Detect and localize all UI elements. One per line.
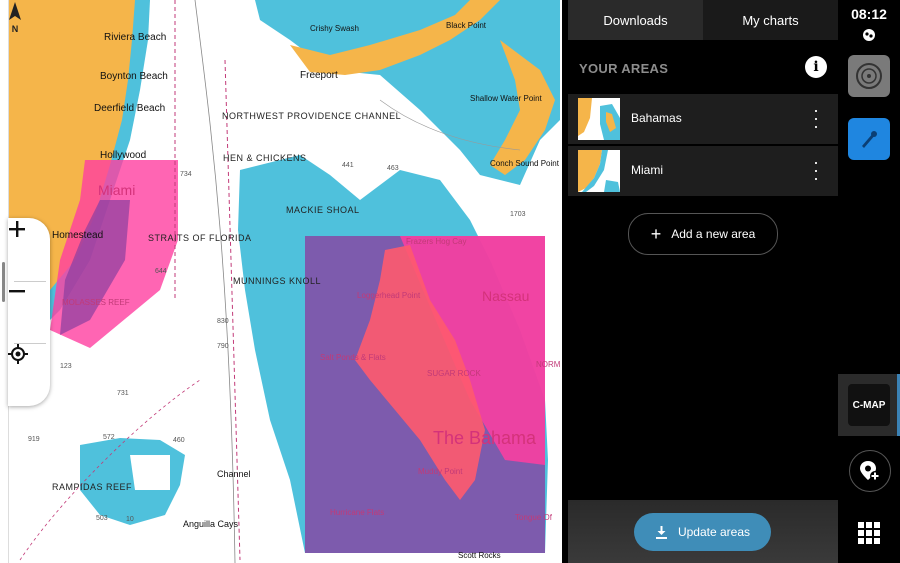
crosshair-icon bbox=[8, 344, 28, 364]
map-label: Nassau bbox=[482, 288, 530, 304]
area-thumbnail bbox=[578, 98, 620, 140]
map-label: Frazers Hog Cay bbox=[406, 237, 467, 246]
navigation-icon bbox=[862, 131, 877, 148]
kebab-icon[interactable]: · · · bbox=[808, 101, 824, 135]
disc-icon bbox=[856, 63, 882, 89]
map-label: SUGAR ROCK bbox=[427, 369, 481, 378]
map-label: Miami bbox=[98, 182, 136, 198]
zoom-in-button[interactable] bbox=[8, 220, 50, 280]
depth-sounding: 441 bbox=[342, 162, 354, 169]
clock: 08:12 bbox=[851, 6, 887, 22]
depth-sounding: 1703 bbox=[510, 211, 526, 218]
map-label: NORTHWEST PROVIDENCE CHANNEL bbox=[222, 111, 402, 121]
depth-sounding: 734 bbox=[180, 171, 192, 178]
map-label: Shallow Water Point bbox=[470, 94, 542, 103]
map-label: Homestead bbox=[52, 230, 104, 241]
kebab-icon[interactable]: · · · bbox=[808, 153, 824, 187]
depth-sounding: 919 bbox=[28, 436, 40, 443]
depth-sounding: 790 bbox=[217, 343, 229, 350]
cmap-button[interactable]: C-MAP bbox=[838, 374, 900, 436]
add-pin-icon bbox=[860, 461, 880, 481]
minus-icon bbox=[9, 290, 25, 293]
depth-sounding: 460 bbox=[173, 437, 185, 444]
depth-sounding: 123 bbox=[60, 363, 72, 370]
area-thumbnail bbox=[578, 150, 620, 192]
info-icon[interactable]: i bbox=[805, 56, 827, 78]
map-label: Riviera Beach bbox=[104, 32, 167, 43]
svg-text:N: N bbox=[12, 24, 19, 34]
map-label: NORM bbox=[536, 360, 561, 369]
map-label: Deerfield Beach bbox=[94, 103, 166, 114]
right-rail: 08:12 C-MAP bbox=[838, 0, 900, 563]
map-label: HEN & CHICKENS bbox=[223, 153, 307, 163]
map-label: Anguilla Cays bbox=[183, 519, 239, 529]
map-label: Freeport bbox=[300, 70, 338, 81]
tab-downloads[interactable]: Downloads bbox=[568, 0, 703, 40]
area-name: Bahamas bbox=[631, 111, 682, 125]
depth-sounding: 731 bbox=[117, 390, 129, 397]
map-label: RAMPIDAS REEF bbox=[52, 482, 133, 492]
section-title: YOUR AREAS bbox=[579, 61, 669, 76]
plus-icon: + bbox=[650, 223, 662, 244]
area-row-miami[interactable]: Miami · · · bbox=[568, 146, 838, 196]
tab-my-charts[interactable]: My charts bbox=[703, 0, 838, 40]
map-label: Tongue Of bbox=[515, 513, 552, 522]
depth-sounding: 830 bbox=[217, 318, 229, 325]
zoom-out-button[interactable] bbox=[8, 282, 50, 342]
navigation-button[interactable] bbox=[848, 118, 890, 160]
map-label: Crishy Swash bbox=[310, 24, 359, 33]
update-areas-button[interactable]: Update areas bbox=[634, 513, 771, 551]
map-label: STRAITS OF FLORIDA bbox=[148, 233, 252, 243]
zoom-controls bbox=[8, 218, 50, 406]
map-label: Conch Sound Point bbox=[490, 159, 559, 168]
area-row-bahamas[interactable]: Bahamas · · · bbox=[568, 94, 838, 144]
map-label: Loggerhead Point bbox=[357, 291, 421, 300]
plus-icon bbox=[9, 221, 25, 237]
download-panel: Downloads My charts YOUR AREAS i Bahamas… bbox=[568, 0, 838, 563]
update-areas-label: Update areas bbox=[677, 525, 751, 539]
compass-icon[interactable]: N bbox=[0, 0, 30, 34]
map-label: Hurricane Flats bbox=[330, 508, 385, 517]
status-icon bbox=[863, 29, 875, 41]
map-label: The Bahama bbox=[433, 428, 537, 448]
depth-sounding: 10 bbox=[126, 516, 134, 523]
map-label: MACKIE SHOAL bbox=[286, 205, 360, 215]
chart-map[interactable]: N Riviera Beach Boynton Beach Deerfield … bbox=[0, 0, 562, 563]
map-label: Muddy Point bbox=[418, 467, 463, 476]
panel-footer: Update areas bbox=[568, 500, 838, 563]
depth-sounding: 572 bbox=[103, 434, 115, 441]
disc-button[interactable] bbox=[848, 55, 890, 97]
download-icon bbox=[655, 525, 667, 539]
depth-sounding: 503 bbox=[96, 515, 108, 522]
map-label: Channel bbox=[217, 469, 251, 479]
map-label: Scott Rocks bbox=[458, 551, 501, 560]
cmap-logo: C-MAP bbox=[848, 384, 890, 426]
area-name: Miami bbox=[631, 163, 663, 177]
add-area-button[interactable]: + Add a new area bbox=[628, 213, 778, 255]
depth-sounding: 644 bbox=[155, 268, 167, 275]
panel-tabs: Downloads My charts bbox=[568, 0, 838, 40]
grid-icon[interactable] bbox=[858, 522, 880, 544]
map-label: MUNNINGS KNOLL bbox=[233, 276, 322, 286]
add-area-label: Add a new area bbox=[671, 227, 756, 241]
depth-sounding: 463 bbox=[387, 165, 399, 172]
map-label: Hollywood bbox=[100, 150, 147, 161]
drawer-handle[interactable] bbox=[2, 262, 5, 302]
map-label: Boynton Beach bbox=[100, 71, 168, 82]
map-label: Black Point bbox=[446, 21, 487, 30]
map-label: MOLASSES REEF bbox=[62, 298, 130, 307]
add-pin-button[interactable] bbox=[849, 450, 891, 492]
map-label: Salt Ponds & Flats bbox=[320, 353, 386, 362]
locate-button[interactable] bbox=[8, 344, 50, 404]
